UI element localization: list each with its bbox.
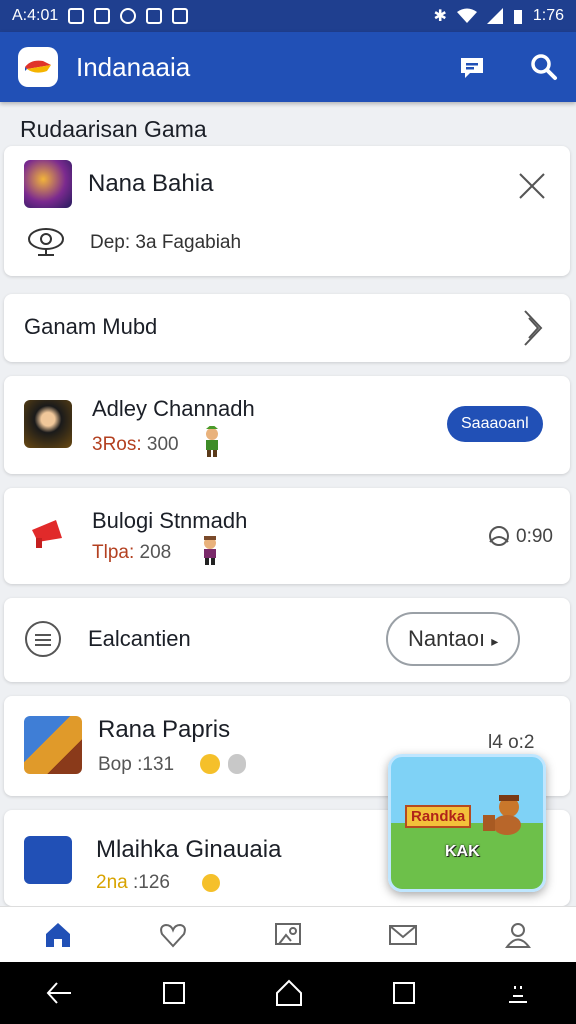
sticker-icon [489,526,509,546]
notification-icon [146,8,163,24]
menu-icon[interactable] [505,980,531,1006]
section-row-label: Ganam Mubd [24,314,158,339]
item-sub-label: Tlpa: [92,542,135,563]
back-icon[interactable] [45,979,73,1007]
app-bar: Indanaaia [0,32,576,102]
bottom-nav [0,906,576,962]
notification-icon [120,8,137,24]
item-sub-value: :131 [137,754,175,775]
emoji-icon [202,874,220,892]
featured-subtitle: Dep: 3a Fagabiah [90,232,242,253]
item-sub-label: 2na [96,872,128,893]
character-icon [483,795,521,835]
floating-card-label: Randka [405,805,472,828]
item-right-text: 0:90 [516,526,553,547]
menu-row-label: Ealcantien [88,626,191,651]
item-sub-label: 3Ros: [92,434,142,455]
system-nav [0,962,576,1024]
item-sub: 3Ros: 300 [92,434,179,456]
section-row[interactable]: Ganam Mubd [4,294,570,362]
document-icon [25,621,61,657]
home-icon[interactable] [43,920,73,950]
item-title: Adley Channadh [92,396,255,421]
menu-row: Ealcantien Nantaoı ▸ [4,598,570,682]
bluetooth-icon: ✱ [433,8,447,25]
item-sub: Bop :131 [98,754,174,776]
chevron-right-icon [524,310,543,346]
home-outline-icon[interactable] [275,979,303,1007]
chat-icon[interactable] [458,53,486,81]
app-logo [18,47,58,87]
signal-icon [486,8,503,24]
notification-icon [172,8,189,24]
floating-card-sub: KAK [445,843,480,860]
item-sub-value: :126 [132,872,170,893]
item-sub-label: Bop [98,754,132,775]
app-title: Indanaaia [76,51,191,82]
status-clock: 1:76 [532,7,564,24]
mail-icon[interactable] [388,920,418,950]
emoji-icon [200,754,220,774]
recents-icon[interactable] [392,981,416,1005]
featured-title: Nana Bahia [88,170,214,197]
heart-icon[interactable] [158,920,188,950]
close-icon[interactable] [518,172,546,200]
item-title: Bulogi Stnmadh [92,508,248,533]
status-bar: A:4:01 ✱ 1:76 [0,0,576,32]
item-sub: 2na :126 [96,872,170,894]
character-icon [206,426,218,457]
item-title: Mlaihka Ginauaia [96,836,282,863]
item-title: Rana Papris [98,716,231,743]
item-sub: Tlpa: 208 [92,542,171,564]
menu-row-button[interactable]: Nantaoı ▸ [386,612,521,666]
featured-card[interactable]: Nana Bahia Dep: 3a Fagabiah [4,146,570,276]
notification-icon [94,8,111,24]
battery-icon [513,10,522,24]
player-avatar [24,400,72,448]
info-icon [228,754,246,774]
app-icon [24,836,72,884]
satellite-icon [28,228,64,256]
item-sub-value: 300 [146,434,179,455]
gallery-icon[interactable] [273,920,303,950]
profile-icon[interactable] [503,920,533,950]
wifi-icon [456,8,477,23]
megaphone-icon [32,520,62,548]
list-item[interactable]: Adley Channadh 3Ros: 300 Saaaoanl [4,376,570,474]
square-icon[interactable] [162,981,186,1005]
game-thumbnail [24,160,72,208]
character-icon [204,536,216,565]
search-icon[interactable] [530,53,558,81]
item-sub-value: 208 [139,542,172,563]
status-time: A:4:01 [12,7,59,24]
list-item[interactable]: Bulogi Stnmadh Tlpa: 208 0:90 [4,488,570,584]
item-right-text: l4 o:2 [488,732,535,753]
section-title: Rudaarisan Gama [20,116,207,142]
game-thumbnail [24,716,82,774]
notification-icon [68,8,85,24]
menu-row-button-label: Nantaoı [408,626,486,651]
action-button[interactable]: Saaaoanl [447,406,543,442]
floating-game-card[interactable]: Randka KAK [388,754,546,892]
caret-right-icon: ▸ [491,633,499,649]
